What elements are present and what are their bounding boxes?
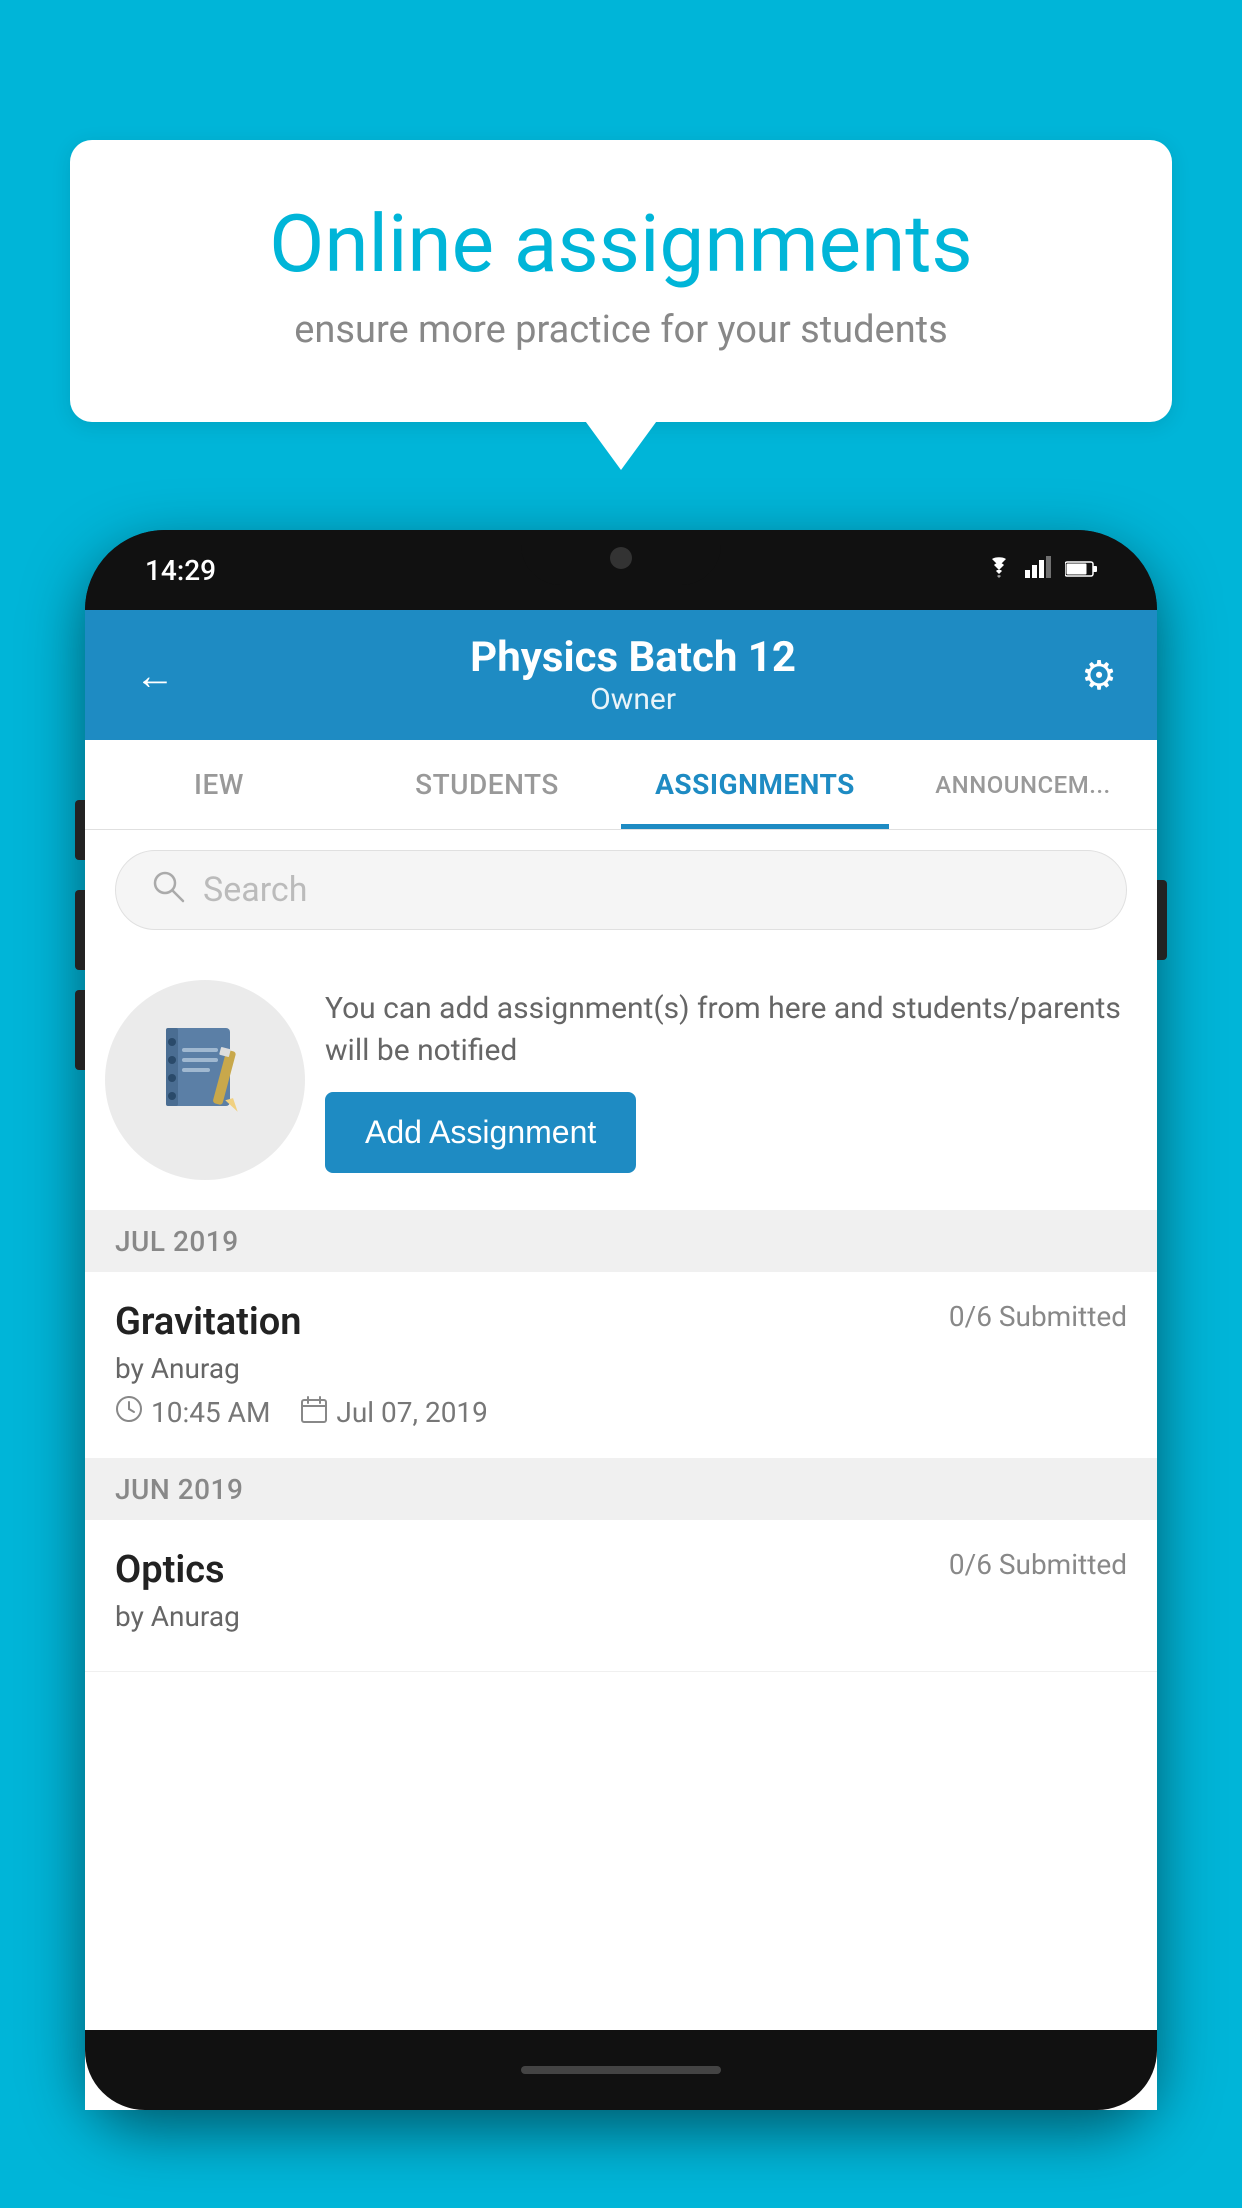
section-header-jul-label: JUL 2019 <box>115 1225 239 1258</box>
battery-icon <box>1065 556 1097 584</box>
assignment-date-meta: Jul 07, 2019 <box>300 1395 488 1430</box>
phone-notch <box>521 530 721 585</box>
assignment-meta: 10:45 AM Jul 07, 2019 <box>115 1395 1127 1430</box>
search-container: Search <box>85 830 1157 950</box>
assignment-item-optics-top: Optics 0/6 Submitted <box>115 1548 1127 1592</box>
promo-icon-circle <box>105 980 305 1180</box>
bubble-subtitle: ensure more practice for your students <box>150 308 1092 352</box>
assignment-date: Jul 07, 2019 <box>336 1396 488 1429</box>
phone-side-button-left-1 <box>75 800 85 860</box>
app-bar: ← Physics Batch 12 Owner ⚙ <box>85 610 1157 740</box>
add-assignment-button[interactable]: Add Assignment <box>325 1092 636 1173</box>
app-bar-title: Physics Batch 12 <box>185 633 1081 682</box>
back-button[interactable]: ← <box>125 642 185 709</box>
section-header-jun: JUN 2019 <box>85 1459 1157 1520</box>
phone-content: Search <box>85 830 1157 2110</box>
assignment-item-gravitation[interactable]: Gravitation 0/6 Submitted by Anurag <box>85 1272 1157 1459</box>
promo-text-area: You can add assignment(s) from here and … <box>325 988 1127 1173</box>
tabs-container: IEW STUDENTS ASSIGNMENTS ANNOUNCEM... <box>85 740 1157 830</box>
section-header-jun-label: JUN 2019 <box>115 1473 243 1506</box>
tab-announcements[interactable]: ANNOUNCEM... <box>889 740 1157 829</box>
phone-side-button-right <box>1157 880 1167 960</box>
tab-students[interactable]: STUDENTS <box>353 740 621 829</box>
settings-icon[interactable]: ⚙ <box>1081 652 1117 699</box>
assignment-optics-name: Optics <box>115 1548 225 1592</box>
status-icons <box>985 556 1097 584</box>
promo-section: You can add assignment(s) from here and … <box>85 950 1157 1211</box>
phone-side-button-left-2 <box>75 890 85 970</box>
speech-bubble: Online assignments ensure more practice … <box>70 140 1172 422</box>
status-bar: 14:29 <box>85 530 1157 610</box>
speech-bubble-container: Online assignments ensure more practice … <box>70 140 1172 422</box>
assignment-optics-author: by Anurag <box>115 1600 1127 1633</box>
tab-students-label: STUDENTS <box>415 768 559 801</box>
tab-iew-label: IEW <box>194 768 244 801</box>
tab-iew[interactable]: IEW <box>85 740 353 829</box>
assignment-name: Gravitation <box>115 1300 302 1344</box>
tab-assignments[interactable]: ASSIGNMENTS <box>621 740 889 829</box>
promo-description: You can add assignment(s) from here and … <box>325 988 1127 1072</box>
tab-assignments-label: ASSIGNMENTS <box>655 768 855 801</box>
assignment-time: 10:45 AM <box>151 1396 270 1429</box>
phone-bottom-bar <box>85 2030 1157 2110</box>
wifi-icon <box>985 556 1013 584</box>
clock-icon <box>115 1395 143 1430</box>
assignment-item-top: Gravitation 0/6 Submitted <box>115 1300 1127 1344</box>
status-time: 14:29 <box>145 554 216 587</box>
tab-announcements-label: ANNOUNCEM... <box>935 771 1110 799</box>
home-indicator <box>521 2066 721 2074</box>
phone-frame: 14:29 <box>85 530 1157 2110</box>
signal-icon <box>1025 556 1053 584</box>
assignment-optics-submitted: 0/6 Submitted <box>949 1548 1127 1581</box>
search-icon <box>151 869 185 912</box>
assignment-item-optics[interactable]: Optics 0/6 Submitted by Anurag <box>85 1520 1157 1672</box>
bubble-title: Online assignments <box>150 200 1092 288</box>
search-bar[interactable]: Search <box>115 850 1127 930</box>
notebook-icon <box>160 1020 250 1140</box>
assignment-time-meta: 10:45 AM <box>115 1395 270 1430</box>
calendar-icon <box>300 1395 328 1430</box>
assignment-submitted: 0/6 Submitted <box>949 1300 1127 1333</box>
search-placeholder-text: Search <box>203 870 307 910</box>
app-bar-center: Physics Batch 12 Owner <box>185 633 1081 717</box>
phone-container: 14:29 <box>85 530 1157 2208</box>
section-header-jul: JUL 2019 <box>85 1211 1157 1272</box>
phone-side-button-left-3 <box>75 990 85 1070</box>
assignment-author: by Anurag <box>115 1352 1127 1385</box>
app-bar-subtitle: Owner <box>185 682 1081 717</box>
camera <box>610 547 632 569</box>
